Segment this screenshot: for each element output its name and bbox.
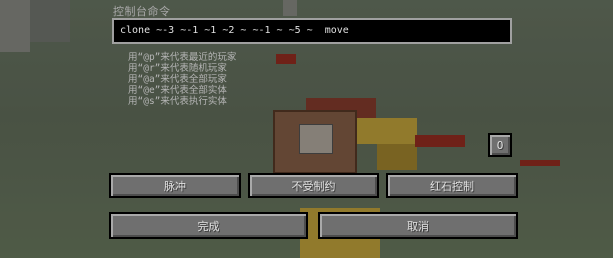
- redstone-control-button[interactable]: 红石控制: [386, 173, 518, 198]
- hint-line: 用“@r”来代表随机玩家: [128, 63, 227, 74]
- done-button[interactable]: 完成: [109, 212, 308, 239]
- hint-line: 用“@e”来代表全部实体: [128, 85, 227, 96]
- hint-line: 用“@s”来代表执行实体: [128, 96, 227, 107]
- hint-line: 用“@p”来代表最近的玩家: [128, 52, 237, 63]
- cancel-button[interactable]: 取消: [318, 212, 518, 239]
- selector-hints: 用“@p”来代表最近的玩家 用“@r”来代表随机玩家 用“@a”来代表全部玩家 …: [128, 52, 236, 107]
- command-input[interactable]: clone ~-3 ~-1 ~1 ~2 ~ ~-1 ~ ~5 ~ move: [112, 18, 512, 44]
- unconditional-button[interactable]: 不受制约: [248, 173, 379, 198]
- track-output-button[interactable]: O: [488, 133, 512, 157]
- console-title: 控制台命令: [113, 5, 171, 18]
- impulse-mode-button[interactable]: 脉冲: [109, 173, 241, 198]
- hint-line: 用“@a”来代表全部玩家: [128, 74, 227, 85]
